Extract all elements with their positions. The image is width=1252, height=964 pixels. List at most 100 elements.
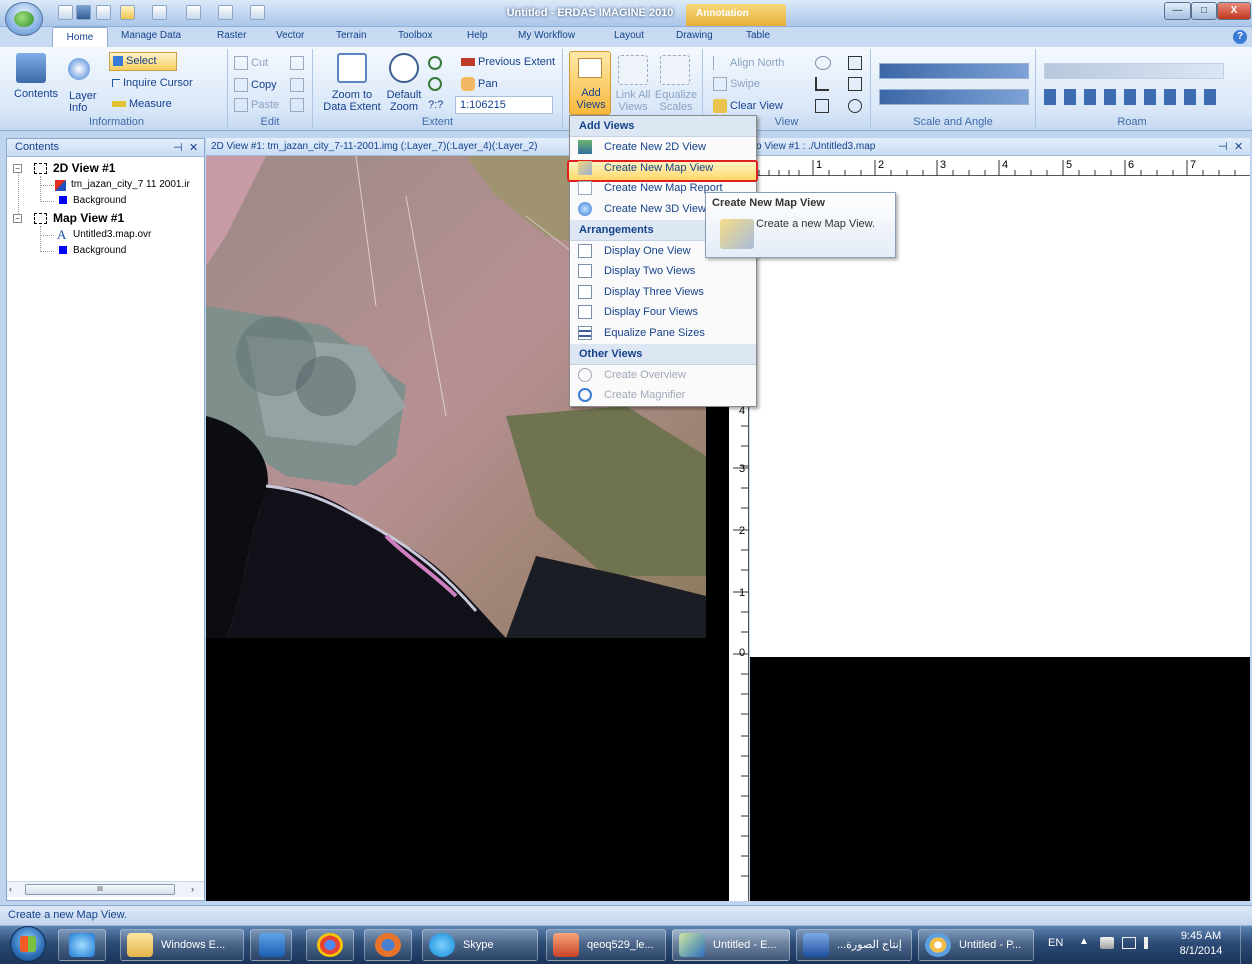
previous-extent-button[interactable]: Previous Extent	[461, 56, 555, 68]
tab-drawing[interactable]: Drawing	[676, 30, 713, 41]
qat-select-icon[interactable]	[120, 5, 135, 20]
link-all-views-button[interactable]: Link All Views	[613, 89, 653, 113]
maximize-button[interactable]: □	[1191, 2, 1217, 20]
taskbar-ie-button[interactable]	[58, 929, 106, 961]
tree-map-view[interactable]: Map View #1	[53, 211, 124, 225]
map-canvas-background[interactable]	[750, 657, 1250, 901]
inquire-cursor-button[interactable]: Inquire Cursor	[112, 77, 193, 89]
qat-zoom-icon[interactable]	[152, 5, 167, 20]
scale-slider[interactable]	[879, 63, 1029, 79]
layer-info-button[interactable]: Layer Info	[69, 90, 109, 114]
default-zoom-icon[interactable]	[389, 53, 419, 83]
add-views-button[interactable]: Add Views	[569, 51, 611, 115]
zoom-out-dropdown[interactable]	[428, 77, 445, 91]
menu-display-three-views[interactable]: Display Three Views	[570, 282, 756, 302]
taskbar-powerpoint[interactable]: qeoq529_le...	[546, 929, 666, 961]
qat-new-icon[interactable]	[58, 5, 73, 20]
volume-icon[interactable]	[1144, 937, 1156, 949]
roam-controls[interactable]	[1044, 89, 1224, 105]
pan-button[interactable]: Pan	[461, 77, 498, 91]
roam-speed-slider[interactable]	[1044, 63, 1224, 79]
cut-button[interactable]: Cut	[234, 56, 268, 70]
tree-background-1[interactable]: Background	[59, 195, 126, 206]
paste-special-icon[interactable]	[290, 78, 304, 92]
paste-button[interactable]: Paste	[234, 98, 279, 112]
scroll-left-icon[interactable]: ‹	[9, 884, 12, 894]
tab-toolbox[interactable]: Toolbox	[398, 30, 432, 41]
pin-icon[interactable]: ⊣	[173, 140, 183, 157]
taskbar-outlook-button[interactable]	[250, 929, 292, 961]
clipboard-icon[interactable]	[290, 98, 304, 112]
contents-button[interactable]: Contents	[14, 88, 58, 100]
clear-view-button[interactable]: Clear View	[713, 99, 783, 113]
collapse-toggle[interactable]: −	[13, 164, 22, 173]
qat-pan-icon[interactable]	[218, 5, 233, 20]
tab-help[interactable]: Help	[467, 30, 488, 41]
tab-home[interactable]: Home	[52, 27, 108, 47]
taskbar-chrome-button[interactable]	[306, 929, 354, 961]
equalize-scales-icon[interactable]	[660, 55, 690, 85]
view-frame-icon[interactable]	[848, 77, 862, 91]
qat-zoom-out-icon[interactable]	[186, 5, 201, 20]
tree-2d-view[interactable]: 2D View #1	[53, 161, 115, 175]
menu-create-new-map-view[interactable]: Create New Map View	[570, 158, 756, 178]
taskbar-firefox-button[interactable]	[364, 929, 412, 961]
menu-display-four-views[interactable]: Display Four Views	[570, 302, 756, 322]
start-button[interactable]	[10, 926, 46, 962]
minimize-button[interactable]: —	[1164, 2, 1191, 20]
taskbar-skype[interactable]: Skype	[422, 929, 538, 961]
help-icon[interactable]: ?	[1233, 30, 1247, 44]
scroll-right-icon[interactable]: ›	[191, 884, 194, 894]
frame-icon[interactable]	[815, 99, 829, 113]
tab-manage-data[interactable]: Manage Data	[121, 30, 181, 41]
tab-terrain[interactable]: Terrain	[336, 30, 367, 41]
map-close-icon[interactable]: ✕	[1234, 139, 1243, 156]
panel-close-icon[interactable]: ✕	[189, 140, 198, 157]
taskbar-paint[interactable]: Untitled - P...	[918, 929, 1034, 961]
tab-vector[interactable]: Vector	[276, 30, 304, 41]
tab-raster[interactable]: Raster	[217, 30, 246, 41]
swipe-button[interactable]: Swipe	[713, 77, 760, 91]
menu-create-magnifier[interactable]: Create Magnifier	[570, 385, 756, 405]
scale-input[interactable]: 1:106215	[455, 96, 553, 114]
zoom-to-extent-icon[interactable]	[337, 53, 367, 83]
qat-save-icon[interactable]	[76, 5, 91, 20]
copy-button[interactable]: Copy	[234, 78, 277, 92]
compass-icon[interactable]	[848, 99, 862, 113]
map-pin-icon[interactable]: ⊣	[1218, 139, 1228, 156]
show-desktop-button[interactable]	[1240, 926, 1252, 964]
delete-icon[interactable]	[290, 56, 304, 70]
tree-background-2[interactable]: Background	[59, 245, 126, 256]
taskbar-erdas-active[interactable]: Untitled - E...	[672, 929, 790, 961]
default-zoom-button[interactable]: Default Zoom	[381, 89, 427, 113]
menu-equalize-pane-sizes[interactable]: Equalize Pane Sizes	[570, 323, 756, 343]
taskbar-word[interactable]: ...إنتاج الصورة	[796, 929, 912, 961]
contents-icon[interactable]	[16, 53, 46, 83]
tab-my-workflow[interactable]: My Workflow	[518, 30, 575, 41]
zoom-in-dropdown[interactable]	[428, 56, 445, 70]
tree-raster-layer[interactable]: tm_jazan_city_7 11 2001.ir	[71, 179, 190, 190]
action-center-icon[interactable]	[1100, 937, 1114, 949]
close-button[interactable]: X	[1217, 2, 1251, 20]
equalize-scales-button[interactable]: Equalize Scales	[653, 89, 699, 113]
select-button[interactable]: Select	[109, 52, 177, 71]
zoom-to-data-extent-button[interactable]: Zoom to Data Extent	[321, 89, 383, 113]
magnify-icon[interactable]	[815, 56, 831, 70]
context-tab-annotation[interactable]: Annotation	[686, 4, 786, 26]
collapse-toggle[interactable]: −	[13, 214, 22, 223]
link-all-views-icon[interactable]	[618, 55, 648, 85]
qat-undo-icon[interactable]	[96, 5, 111, 20]
tab-layout[interactable]: Layout	[614, 30, 644, 41]
language-indicator[interactable]: EN	[1048, 937, 1063, 949]
clock-time[interactable]: 9:45 AM	[1172, 930, 1230, 942]
clock-date[interactable]: 8/1/2014	[1172, 945, 1230, 957]
layer-info-icon[interactable]	[68, 58, 90, 80]
tab-table[interactable]: Table	[746, 30, 770, 41]
horizontal-scrollbar[interactable]: ‹ III ›	[7, 881, 204, 897]
network-icon[interactable]	[1122, 937, 1136, 949]
taskbar-windows-explorer[interactable]: Windows E...	[120, 929, 244, 961]
tray-expand-icon[interactable]: ▲	[1079, 936, 1089, 947]
application-menu-button[interactable]	[5, 2, 43, 36]
angle-slider[interactable]	[879, 89, 1029, 105]
view-options-icon[interactable]	[848, 56, 862, 70]
